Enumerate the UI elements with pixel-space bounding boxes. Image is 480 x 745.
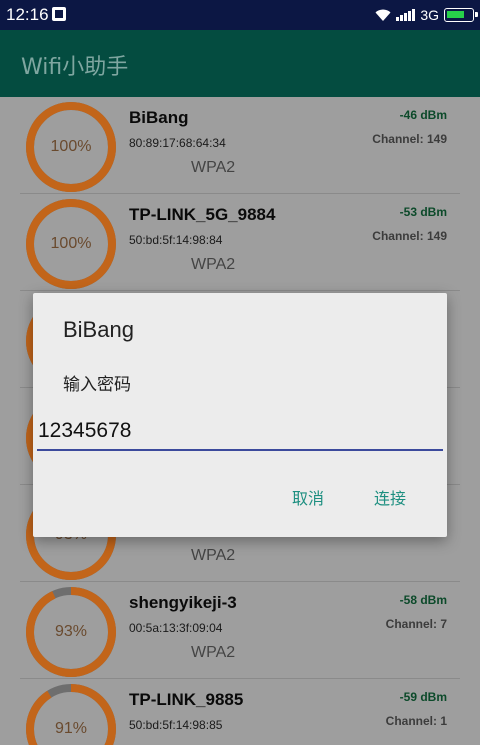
network-dbm: -58 dBm	[399, 593, 447, 607]
network-row[interactable]: 100% BiBang 80:89:17:68:64:34 WPA2 -46 dBm Ch…	[20, 97, 460, 194]
network-ssid: BiBang	[129, 108, 189, 127]
signal-percent-label: 100%	[50, 138, 92, 155]
network-mac: 80:89:17:68:64:34	[129, 136, 226, 150]
network-row[interactable]: 91% TP-LINK_9885 50:bd:5f:14:98:85 -59 dBm C…	[20, 679, 460, 745]
status-time: 12:16	[6, 5, 49, 24]
network-channel: Channel: 149	[372, 132, 447, 146]
network-mac: 00:5a:13:3f:09:04	[129, 621, 223, 635]
dialog-title: BiBang	[63, 317, 134, 342]
signal-percent-label: 100%	[50, 235, 92, 252]
network-type: 3G	[420, 7, 439, 23]
network-dbm: -59 dBm	[399, 690, 447, 704]
status-bar: 12:16 3G	[0, 0, 480, 30]
dialog-message: 输入密码	[63, 375, 131, 395]
network-row[interactable]: 100% TP-LINK_5G_9884 50:bd:5f:14:98:84 WPA2…	[20, 194, 460, 291]
connect-button[interactable]: 连接	[374, 485, 406, 509]
network-channel: Channel: 7	[385, 617, 447, 631]
battery-level	[447, 11, 464, 18]
password-input[interactable]	[37, 417, 443, 451]
wifi-icon	[375, 9, 391, 21]
network-encryption: WPA2	[191, 547, 236, 564]
network-mac: 50:bd:5f:14:98:85	[129, 718, 223, 732]
signal-percent-label: 91%	[54, 720, 88, 737]
network-dbm: -53 dBm	[399, 205, 447, 219]
password-dialog: BiBang 输入密码 取消 连接	[33, 293, 447, 537]
network-ssid: TP-LINK_5G_9884	[129, 205, 276, 224]
battery-icon	[444, 8, 478, 22]
network-ssid: TP-LINK_9885	[129, 690, 244, 709]
app-bar: Wifi小助手	[0, 30, 480, 97]
network-dbm: -46 dBm	[399, 108, 447, 122]
network-channel: Channel: 149	[372, 229, 447, 243]
signal-icon	[396, 9, 416, 21]
network-encryption: WPA2	[191, 159, 236, 176]
network-channel: Channel: 1	[385, 714, 447, 728]
network-encryption: WPA2	[191, 644, 236, 661]
network-encryption: WPA2	[191, 256, 236, 273]
cancel-button[interactable]: 取消	[292, 485, 324, 509]
network-row[interactable]: 93% shengyikeji-3 00:5a:13:3f:09:04 WPA2 -58…	[20, 582, 460, 679]
status-icons: 3G	[375, 5, 478, 25]
network-mac: 50:bd:5f:14:98:84	[129, 233, 223, 247]
network-ssid: shengyikeji-3	[129, 593, 237, 612]
app-title: Wifi小助手	[21, 55, 129, 80]
usb-icon	[52, 7, 66, 21]
signal-percent-label: 93%	[54, 623, 88, 640]
